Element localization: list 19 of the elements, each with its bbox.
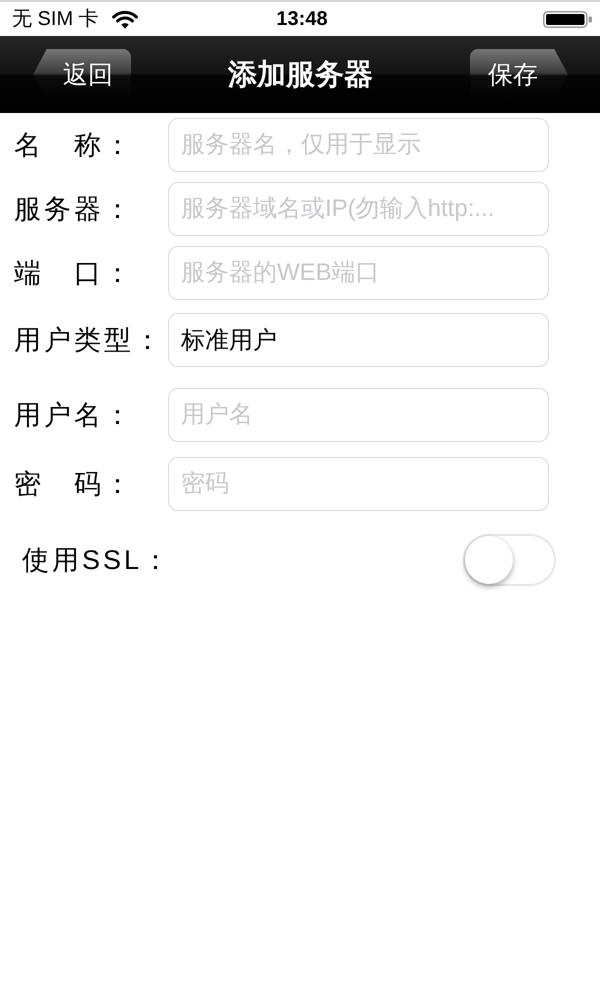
input-field[interactable]: 服务器域名或IP(勿输入http:... (168, 182, 549, 236)
field-label: 名 称： (14, 129, 134, 162)
input-field[interactable]: 服务器名，仅用于显示 (168, 118, 549, 172)
page-title: 添加服务器 (228, 58, 373, 92)
input-field[interactable]: 用户名 (168, 388, 549, 442)
ssl-label: 使用SSL： (22, 544, 172, 577)
battery-icon (543, 10, 592, 28)
toggle-switch[interactable] (463, 534, 556, 586)
input-field[interactable]: 服务器的WEB端口 (168, 246, 549, 300)
wifi-icon (112, 10, 138, 28)
carrier-label: 无 SIM 卡 (12, 7, 99, 31)
field-label: 服务器： (14, 193, 134, 226)
status-time: 13:48 (276, 7, 328, 31)
input-field[interactable]: 密码 (168, 457, 549, 511)
field-label: 密 码： (14, 468, 134, 501)
field-label: 用户类型： (14, 324, 164, 357)
field-label: 端 口： (14, 257, 134, 290)
field-label: 用户名： (14, 399, 134, 432)
input-field[interactable]: 标准用户 (168, 313, 549, 367)
